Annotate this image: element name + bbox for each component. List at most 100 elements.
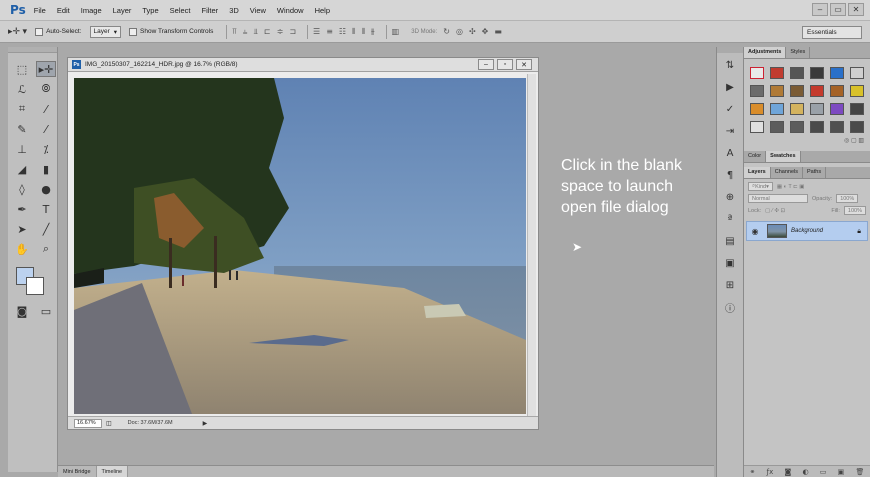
vertical-scrollbar[interactable]: [527, 74, 536, 419]
doc-maximize-button[interactable]: ▫: [497, 59, 513, 70]
character-styles-icon[interactable]: ª: [720, 211, 740, 227]
align-bottom-icon[interactable]: ⫫: [253, 27, 258, 37]
panel-footer-icons[interactable]: ◎ ▢ ▥: [744, 137, 870, 145]
link-icon[interactable]: ⚭: [750, 468, 756, 476]
distribute-right-icon[interactable]: ⫵: [371, 27, 375, 37]
3d-slide-icon[interactable]: ✥: [482, 27, 489, 36]
align-top-icon[interactable]: ⫪: [232, 27, 237, 37]
style-ash-icon[interactable]: [830, 121, 844, 133]
status-menu-arrow-icon[interactable]: ▶: [203, 420, 208, 427]
auto-select-checkbox[interactable]: [35, 27, 44, 36]
workspace-switcher[interactable]: Essentials: [802, 26, 862, 39]
menu-view[interactable]: View: [250, 6, 266, 15]
tab-layers[interactable]: Layers: [744, 167, 771, 178]
menu-type[interactable]: Type: [142, 6, 158, 15]
style-gold-icon[interactable]: [850, 85, 864, 97]
crop-icon[interactable]: ⌗: [12, 101, 32, 117]
history-icon[interactable]: ⇅: [720, 57, 740, 73]
minimize-button[interactable]: –: [812, 3, 828, 16]
zoom-field[interactable]: 16.67%: [74, 418, 102, 428]
close-button[interactable]: ✕: [848, 3, 864, 16]
kind-filter[interactable]: ⌕ Kind ▾: [748, 182, 773, 191]
style-brown-icon[interactable]: [770, 85, 784, 97]
fill-field[interactable]: 100%: [843, 206, 866, 215]
eyedropper-icon[interactable]: ⁄: [36, 101, 56, 117]
lasso-icon[interactable]: ℒ: [12, 81, 32, 97]
move-icon[interactable]: ▸✛: [36, 61, 56, 77]
style-slate2-icon[interactable]: [790, 121, 804, 133]
style-slate-icon[interactable]: [770, 121, 784, 133]
tab-paths[interactable]: Paths: [803, 167, 827, 178]
doc-size-info[interactable]: Doc: 37.6M/37.6M: [128, 420, 173, 426]
opacity-field[interactable]: 100%: [836, 194, 859, 203]
brush-icon[interactable]: ⁄: [36, 121, 56, 137]
3d-rotate-icon[interactable]: ↻: [443, 27, 450, 36]
style-orange-icon[interactable]: [750, 103, 764, 115]
style-sand-icon[interactable]: [790, 103, 804, 115]
zoom-export-icon[interactable]: ◫: [106, 420, 112, 427]
notes-icon[interactable]: ▣: [720, 255, 740, 271]
style-none-icon[interactable]: [750, 67, 764, 79]
tab-color[interactable]: Color: [744, 151, 767, 162]
doc-minimize-button[interactable]: –: [478, 59, 494, 70]
character-icon[interactable]: A: [720, 145, 740, 161]
clone-stamp-icon[interactable]: ⊥: [12, 141, 32, 157]
style-steel-icon[interactable]: [810, 103, 824, 115]
style-blue-icon[interactable]: [830, 67, 844, 79]
distribute-bottom-icon[interactable]: ☷: [339, 27, 346, 36]
tab-styles[interactable]: Styles: [786, 47, 811, 58]
brush-presets-icon[interactable]: ✓: [720, 101, 740, 117]
tab-adjustments[interactable]: Adjustments: [744, 47, 787, 58]
marquee-icon[interactable]: ⬚: [12, 61, 32, 77]
menu-edit[interactable]: Edit: [57, 6, 70, 15]
auto-select-dropdown[interactable]: Layer ▾: [89, 25, 122, 38]
move-tool-preset-icon[interactable]: ▸✛ ▾: [8, 26, 27, 37]
style-light-icon[interactable]: [850, 67, 864, 79]
3d-scale-icon[interactable]: ▬: [494, 27, 502, 36]
adjustment-layer-icon[interactable]: ◐: [802, 468, 808, 476]
gradient-icon[interactable]: ▮: [36, 161, 56, 177]
dock-grip[interactable]: [717, 47, 743, 53]
pen-icon[interactable]: ✒: [12, 201, 32, 217]
tool-presets-icon[interactable]: ▤: [720, 233, 740, 249]
line-icon[interactable]: ╱: [36, 221, 56, 237]
style-crimson-icon[interactable]: [810, 85, 824, 97]
group-icon[interactable]: ▭: [820, 468, 827, 476]
menu-image[interactable]: Image: [81, 6, 102, 15]
align-right-icon[interactable]: ⊐: [289, 27, 296, 36]
style-charcoal-icon[interactable]: [850, 103, 864, 115]
type-icon[interactable]: T: [36, 201, 56, 217]
zoom-icon[interactable]: ⌕: [36, 241, 56, 257]
style-purple-icon[interactable]: [830, 103, 844, 115]
blend-mode-select[interactable]: Normal: [748, 194, 808, 203]
menu-help[interactable]: Help: [315, 6, 330, 15]
filter-icons[interactable]: ▦ ◐ T ⊏ ▣: [777, 184, 805, 190]
new-layer-icon[interactable]: ▣: [838, 468, 845, 476]
doc-close-button[interactable]: ✕: [516, 59, 532, 70]
align-left-icon[interactable]: ⊏: [264, 27, 271, 36]
style-wood-icon[interactable]: [790, 85, 804, 97]
fx-icon[interactable]: ƒx: [767, 468, 774, 476]
menu-filter[interactable]: Filter: [202, 6, 219, 15]
history-brush-icon[interactable]: ⁒: [36, 141, 56, 157]
distribute-hcenter-icon[interactable]: ⦀: [361, 27, 365, 37]
style-gray-icon[interactable]: [750, 85, 764, 97]
style-sky-icon[interactable]: [770, 103, 784, 115]
3d-roll-icon[interactable]: ◎: [456, 27, 463, 36]
auto-align-icon[interactable]: ▥: [392, 27, 400, 36]
blur-icon[interactable]: ◊: [12, 181, 32, 197]
menu-layer[interactable]: Layer: [113, 6, 132, 15]
trash-icon[interactable]: 🗑︎: [855, 468, 864, 476]
align-hcenter-icon[interactable]: ≑: [277, 27, 284, 36]
healing-brush-icon[interactable]: ✎: [12, 121, 32, 137]
style-white-icon[interactable]: [750, 121, 764, 133]
layer-row-background[interactable]: ◉ Background 🔒︎: [746, 221, 868, 241]
menu-select[interactable]: Select: [170, 6, 191, 15]
menu-3d[interactable]: 3D: [229, 6, 239, 15]
quick-select-icon[interactable]: ⦾: [36, 81, 56, 97]
hand-icon[interactable]: ✋: [12, 241, 32, 257]
quick-mask-icon[interactable]: ◙: [12, 303, 32, 319]
style-red-icon[interactable]: [770, 67, 784, 79]
info-icon[interactable]: ⓘ: [720, 299, 740, 315]
maximize-button[interactable]: ▭: [830, 3, 846, 16]
